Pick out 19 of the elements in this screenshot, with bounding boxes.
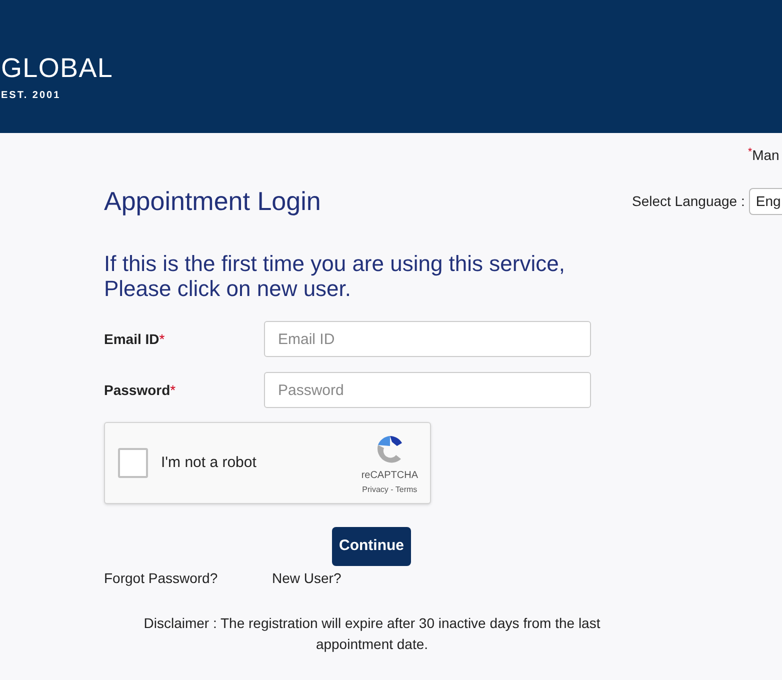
forgot-password-link[interactable]: Forgot Password? (104, 568, 222, 589)
input-field[interactable]: Password (264, 372, 591, 408)
language-select[interactable]: Eng (748, 188, 782, 215)
language-label: Select Language : (632, 192, 745, 211)
disclaimer-text: Disclaimer : The registration will expire after 30 inactive days from the last appointment date. (142, 614, 602, 654)
logo-text: GLOBAL (1, 55, 114, 82)
logo-tagline: EST. 2001 (1, 89, 61, 103)
new-user-link[interactable]: New User? (272, 568, 342, 589)
intro-text: If this is the first time you are using this service, Please click on new user. (104, 251, 566, 301)
mandatory-note: $^{*}$Man (748, 145, 780, 165)
captcha-checkbox[interactable] (118, 448, 148, 478)
page-title: Appointment Login (104, 185, 322, 218)
input-field[interactable]: Email ID (264, 321, 591, 357)
captcha-label: I'm not a robot (161, 452, 256, 473)
continue-button[interactable]: Continue (332, 527, 411, 566)
field-label: Email ID* (104, 330, 166, 348)
recaptcha-brand: reCAPTCHA (361, 469, 418, 483)
recaptcha-links[interactable]: Privacy - Terms (362, 484, 418, 496)
field-label: Password* (104, 380, 177, 400)
